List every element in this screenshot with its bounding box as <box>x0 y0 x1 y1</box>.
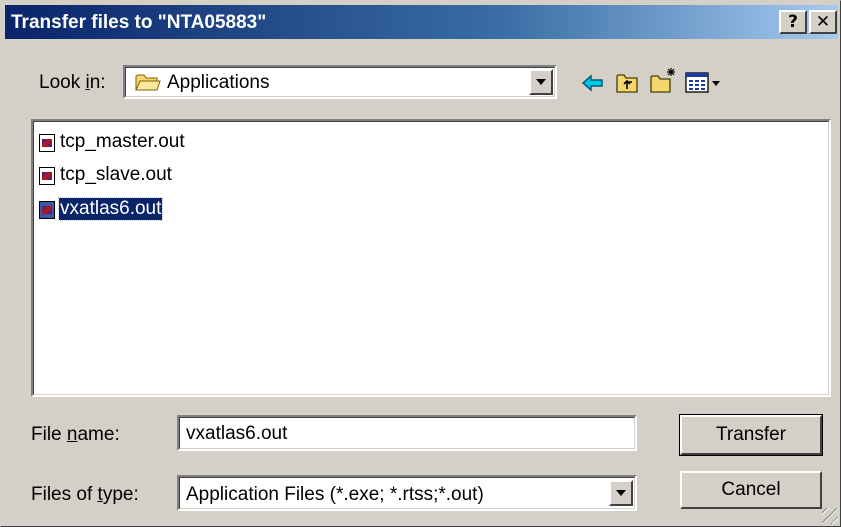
executable-file-icon <box>39 134 55 152</box>
close-button[interactable]: ✕ <box>809 10 837 34</box>
resize-grip-icon[interactable] <box>822 508 838 524</box>
lookin-label: Look in: <box>39 72 106 93</box>
view-menu-icon[interactable] <box>685 71 723 95</box>
new-folder-icon[interactable] <box>649 67 677 95</box>
window-title: Transfer files to "NTA05883" <box>11 12 267 33</box>
filetype-combo[interactable]: Application Files (*.exe; *.rtss;*.out) <box>177 475 637 511</box>
dialog-window: Transfer files to "NTA05883" ? ✕ Look in… <box>0 0 841 527</box>
lookin-dropdown-button[interactable] <box>529 69 553 95</box>
filename-label: File name: <box>31 424 120 445</box>
executable-file-icon <box>39 167 55 185</box>
transfer-button[interactable]: Transfer <box>679 414 823 456</box>
cancel-button[interactable]: Cancel <box>680 471 822 509</box>
executable-file-icon <box>39 201 55 219</box>
lookin-value: Applications <box>167 72 270 93</box>
file-name: tcp_master.out <box>60 131 185 152</box>
filename-value: vxatlas6.out <box>186 423 288 444</box>
back-arrow-icon[interactable] <box>581 73 605 93</box>
file-list[interactable] <box>31 119 831 397</box>
folder-icon <box>135 74 161 91</box>
file-name: vxatlas6.out <box>57 197 164 221</box>
filetype-value: Application Files (*.exe; *.rtss;*.out) <box>186 484 484 505</box>
filetype-label: Files of type: <box>31 484 139 505</box>
file-name: tcp_slave.out <box>60 164 172 185</box>
up-folder-icon[interactable] <box>615 71 639 95</box>
lookin-combo[interactable]: Applications <box>123 65 557 99</box>
filetype-dropdown-button[interactable] <box>609 480 633 506</box>
filename-input[interactable]: vxatlas6.out <box>177 415 637 451</box>
help-button[interactable]: ? <box>779 10 807 34</box>
title-bar[interactable]: Transfer files to "NTA05883" ? ✕ <box>5 5 838 39</box>
